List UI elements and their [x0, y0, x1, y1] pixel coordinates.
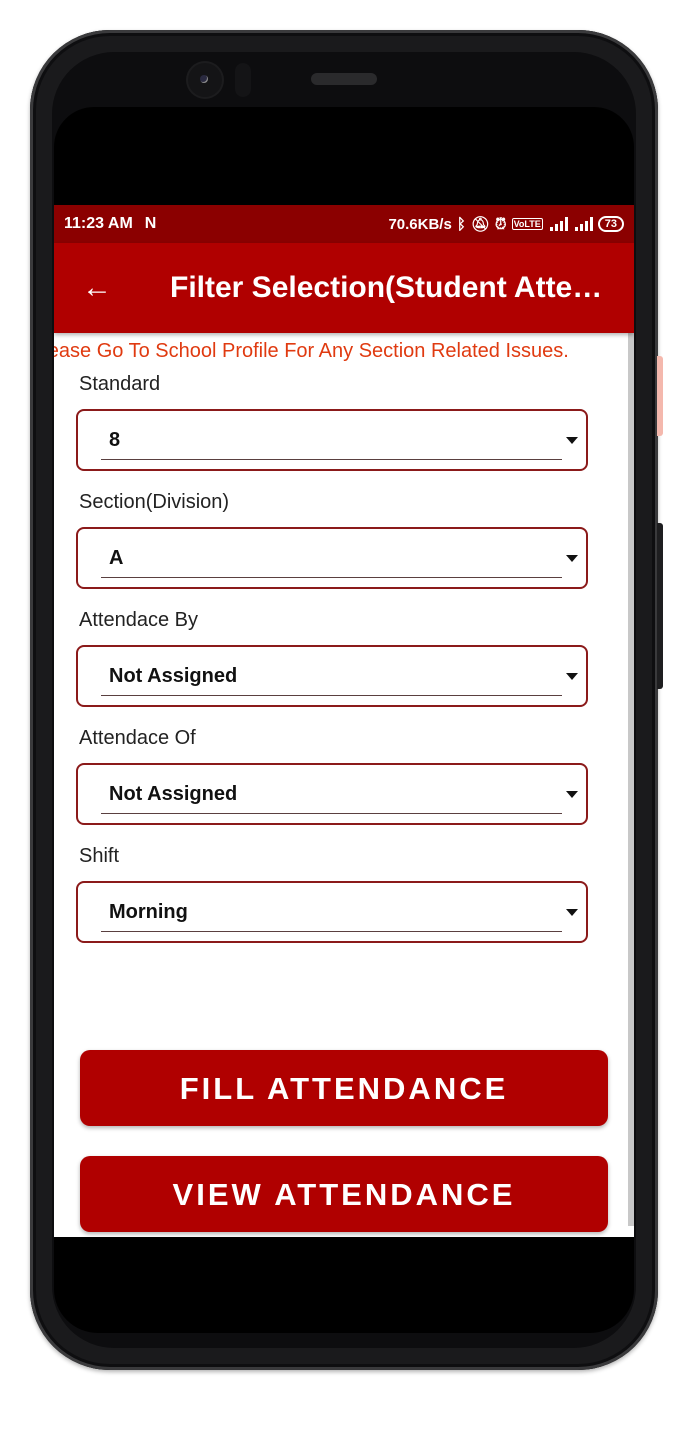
field-attendance-by: Attendace By Not Assigned: [76, 609, 622, 707]
caret-down-icon: [566, 437, 578, 444]
fill-attendance-button[interactable]: FILL ATTENDANCE: [80, 1050, 608, 1126]
field-label: Shift: [79, 845, 120, 867]
earpiece-speaker: [311, 73, 377, 85]
n-icon: N: [144, 215, 157, 232]
dropdown-underline: [101, 695, 562, 696]
field-standard: Standard 8: [76, 373, 622, 471]
back-arrow-icon[interactable]: ←: [82, 271, 126, 305]
dropdown-value: Morning: [109, 901, 188, 923]
side-button: [657, 356, 663, 436]
battery-icon: 73: [597, 216, 624, 232]
field-attendance-of: Attendace Of Not Assigned: [76, 727, 622, 825]
view-attendance-button[interactable]: VIEW ATTENDANCE: [80, 1156, 608, 1232]
caret-down-icon: [566, 673, 578, 680]
dropdown-value: Not Assigned: [109, 783, 238, 805]
alarm-icon: ⏰︎: [494, 215, 507, 233]
front-camera: [188, 63, 222, 97]
dropdown-value: A: [109, 547, 124, 569]
status-time: 11:23 AM: [64, 215, 133, 232]
volte-icon: VoLTE: [511, 218, 543, 230]
mute-icon: 🔕︎: [470, 216, 490, 233]
screen-top-area: [54, 107, 634, 205]
field-label: Attendace By: [79, 609, 198, 631]
screen-bottom-area: [54, 1237, 634, 1333]
dropdown-value: 8: [109, 429, 121, 451]
scrollbar[interactable]: [628, 333, 634, 1226]
dropdown-underline: [101, 931, 562, 932]
signal-4g-icon: [548, 217, 568, 231]
status-right: 70.6KB/s ᛒ 🔕︎ ⏰︎ VoLTE 73: [388, 215, 624, 233]
caret-down-icon: [566, 555, 578, 562]
page-title: Filter Selection(Student Attendance): [170, 271, 620, 304]
shift-dropdown[interactable]: Morning: [76, 881, 588, 943]
dropdown-underline: [101, 577, 562, 578]
field-shift: Shift Morning: [76, 845, 622, 943]
dropdown-value: Not Assigned: [109, 665, 238, 687]
field-label: Standard: [79, 373, 161, 395]
bluetooth-icon: ᛒ: [456, 215, 466, 233]
power-button: [657, 523, 663, 689]
network-speed: 70.6KB/s: [388, 215, 452, 233]
caret-down-icon: [566, 909, 578, 916]
dropdown-underline: [101, 459, 562, 460]
attendance-of-dropdown[interactable]: Not Assigned: [76, 763, 588, 825]
filter-form: Standard 8 Section(Division) A Attendace…: [54, 373, 622, 943]
caret-down-icon: [566, 791, 578, 798]
app-screen: 11:23 AM N 70.6KB/s ᛒ 🔕︎ ⏰︎ VoLTE 73 ← F…: [54, 205, 634, 1237]
notice-marquee: Please Go To School Profile For Any Sect…: [54, 333, 634, 369]
section-dropdown[interactable]: A: [76, 527, 588, 589]
attendance-by-dropdown[interactable]: Not Assigned: [76, 645, 588, 707]
field-label: Section(Division): [79, 491, 230, 513]
app-bar: ← Filter Selection(Student Attendance): [54, 243, 634, 333]
proximity-sensor: [235, 63, 251, 97]
signal-icon: [573, 217, 593, 231]
field-section: Section(Division) A: [76, 491, 622, 589]
dropdown-underline: [101, 813, 562, 814]
status-bar: 11:23 AM N 70.6KB/s ᛒ 🔕︎ ⏰︎ VoLTE 73: [54, 205, 634, 243]
field-label: Attendace Of: [79, 727, 196, 749]
standard-dropdown[interactable]: 8: [76, 409, 588, 471]
notice-text: Please Go To School Profile For Any Sect…: [54, 340, 569, 362]
